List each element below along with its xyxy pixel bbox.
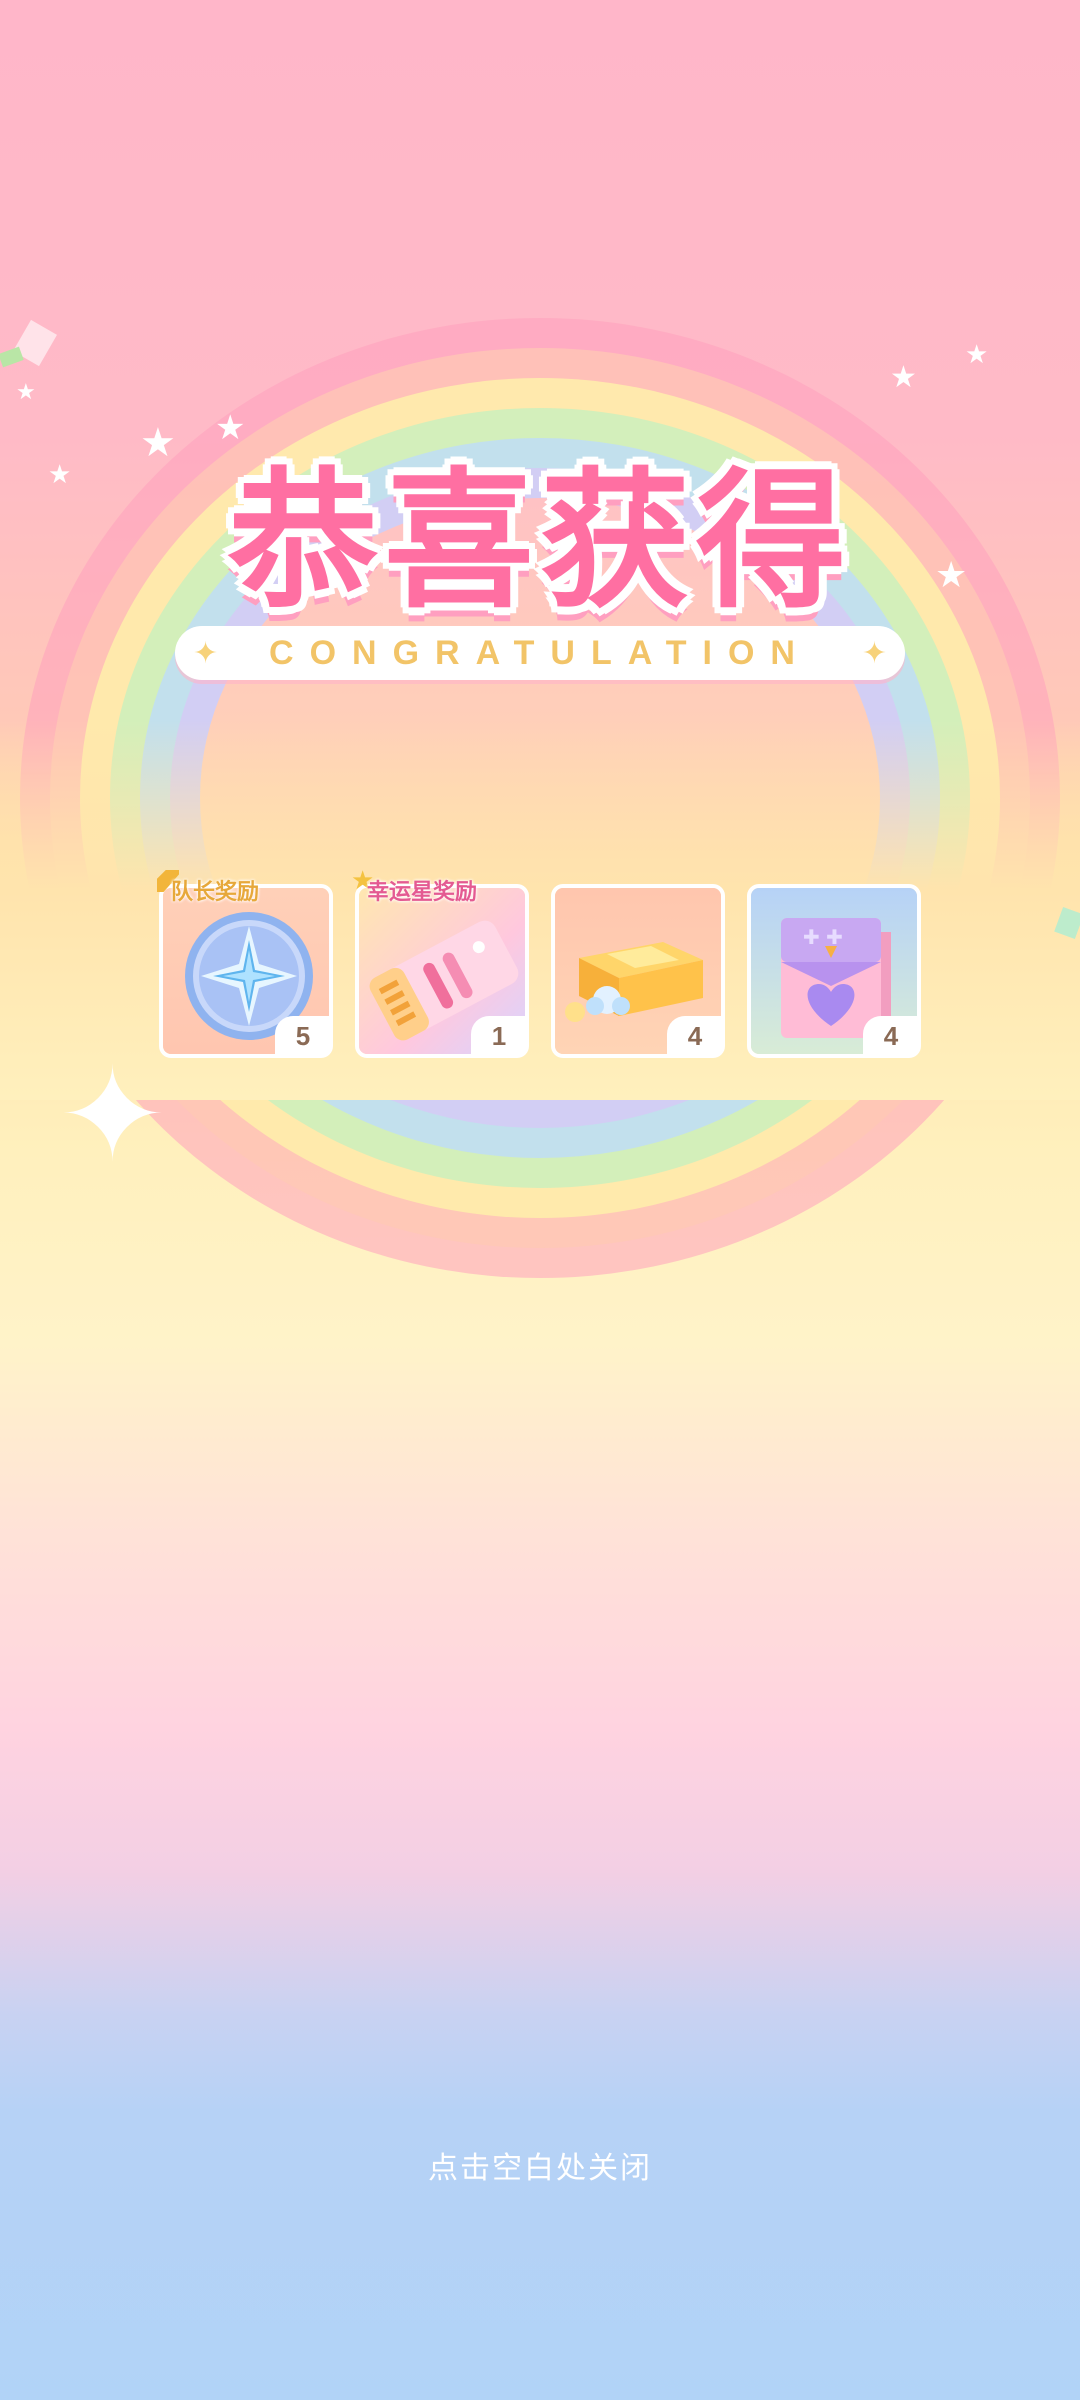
reward-tag: 队长奖励 (171, 880, 260, 905)
close-hint[interactable]: 点击空白处关闭 (0, 2143, 1080, 2187)
reward-item[interactable]: ★ 幸运星奖励 1 (351, 866, 529, 1058)
reward-tag: 幸运星奖励 (367, 880, 478, 905)
star-icon: ★ (965, 340, 989, 370)
sparkle-icon: ✦ (193, 636, 219, 671)
star-icon: ★ (890, 360, 917, 395)
title: 恭喜获得 (227, 455, 852, 629)
reward-list: 队长奖励 5 ★ 幸运星奖励 1 4 ✚ ✚ 4 (157, 866, 921, 1058)
reward-count: 4 (667, 1016, 723, 1056)
reward-item[interactable]: 队长奖励 5 (157, 870, 333, 1058)
subtitle: CONGRATULATION (269, 633, 811, 672)
reward-count: 1 (471, 1016, 527, 1056)
subtitle-banner: ✦ CONGRATULATION ✦ (175, 626, 905, 680)
svg-text:✚ ✚: ✚ ✚ (803, 925, 843, 949)
star-icon: ★ (16, 380, 36, 405)
reward-popup-screen[interactable]: ★ ★ ★ ★ ★ ★ ★ ✦ 恭喜获得 ✦ CONGRATULATION ✦ (0, 0, 1080, 2400)
sparkle-icon: ✦ (58, 1039, 167, 1191)
reward-count: 5 (275, 1016, 331, 1056)
reward-item[interactable]: 4 (551, 884, 725, 1058)
reward-item[interactable]: ✚ ✚ 4 (747, 884, 921, 1058)
sparkle-icon: ✦ (861, 636, 887, 671)
confetti-icon (0, 346, 24, 368)
reward-count: 4 (863, 1016, 919, 1056)
